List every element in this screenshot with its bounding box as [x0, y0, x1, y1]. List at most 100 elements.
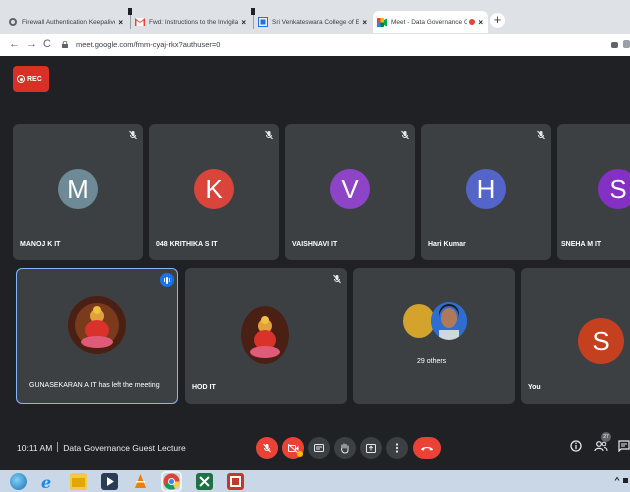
close-icon[interactable]: × [478, 18, 483, 27]
extension-icon[interactable] [623, 40, 630, 48]
present-icon [366, 443, 376, 453]
tabstrip-top [0, 0, 630, 8]
powerpoint-icon[interactable] [227, 473, 244, 490]
participant-name: 048 KRITHIKA S IT [156, 241, 218, 248]
participant-tile[interactable]: HOD IT [185, 268, 347, 404]
chat-icon[interactable] [618, 440, 630, 452]
tab-gmail[interactable]: Fwd: Instructions to the Invigilator × [131, 11, 251, 33]
participant-tile[interactable]: H Hari Kumar [421, 124, 551, 260]
participant-tile[interactable]: V VAISHNAVI IT [285, 124, 415, 260]
forward-button[interactable]: → [26, 37, 37, 51]
record-icon [17, 75, 25, 83]
participant-tile[interactable]: K 048 KRITHIKA S IT [149, 124, 279, 260]
captions-icon [314, 444, 324, 452]
avatar-initial: S [609, 173, 627, 204]
meeting-time: 10:11 AM [17, 443, 53, 453]
file-explorer-icon[interactable] [70, 473, 87, 490]
mic-off-icon [333, 274, 341, 284]
url-text: meet.google.com/fmm-cyaj-rkx?authuser=0 [76, 40, 221, 49]
tab-firewall[interactable]: Firewall Authentication Keepalive × [4, 11, 128, 33]
lock-icon[interactable] [62, 41, 68, 48]
vlc-icon[interactable] [132, 473, 149, 490]
close-icon[interactable]: × [241, 18, 246, 27]
rec-label: REC [27, 75, 42, 83]
tray-flag-icon[interactable] [623, 478, 628, 483]
participant-name: Hari Kumar [428, 241, 466, 248]
mic-toggle-button[interactable] [256, 437, 278, 459]
avatar: S [598, 169, 630, 209]
mic-off-icon [265, 130, 273, 140]
notification-text: GUNASEKARAN A IT has left the meeting [29, 382, 160, 389]
avatar: H [466, 169, 506, 209]
mic-off-icon [263, 443, 271, 453]
tab-title: Firewall Authentication Keepalive [22, 18, 116, 26]
participant-name: You [528, 384, 541, 391]
tab-title: Meet - Data Governance Gu [391, 18, 468, 26]
internet-explorer-icon[interactable]: e [39, 473, 56, 492]
participant-name: HOD IT [192, 384, 216, 391]
taskbar [0, 470, 630, 492]
avatar: V [330, 169, 370, 209]
reload-button[interactable]: C [43, 37, 51, 51]
participant-name: SNEHA M IT [561, 241, 602, 248]
avatar: M [58, 169, 98, 209]
mic-off-icon [129, 130, 137, 140]
avatar-initial: K [205, 173, 223, 204]
info-icon[interactable] [570, 440, 582, 452]
mic-off-icon [401, 130, 409, 140]
avatar-initial: V [341, 173, 359, 204]
rec-badge[interactable]: REC [13, 66, 49, 92]
others-avatar-photo [431, 302, 467, 340]
camera-toggle-button[interactable] [282, 437, 304, 459]
speaking-indicator-icon [160, 273, 174, 287]
gmail-icon [135, 17, 145, 27]
globe-icon [8, 17, 18, 27]
others-count: 29 others [417, 358, 447, 365]
warning-badge-icon [297, 451, 303, 457]
phone-hangup-icon [421, 446, 433, 450]
tab-meet[interactable]: Meet - Data Governance Gu × [373, 11, 488, 33]
participant-name: MANOJ K IT [20, 241, 61, 248]
participant-count-badge: 27 [601, 432, 611, 442]
hand-icon [341, 443, 349, 454]
start-button-icon[interactable] [10, 473, 27, 490]
screen: Firewall Authentication Keepalive × Fwd:… [0, 0, 630, 492]
media-player-icon[interactable] [101, 473, 118, 490]
svg-text:e: e [41, 473, 51, 490]
profile-picture [241, 306, 289, 364]
recording-dot-icon [469, 19, 476, 25]
more-vert-icon [395, 443, 399, 453]
avatar: S [578, 318, 624, 364]
raise-hand-button[interactable] [334, 437, 356, 459]
captions-button[interactable] [308, 437, 330, 459]
self-tile[interactable]: S You [521, 268, 630, 404]
tab-title: Fwd: Instructions to the Invigilator [149, 18, 239, 26]
avatar-initial: S [592, 325, 610, 356]
participant-tile[interactable]: M MANOJ K IT [13, 124, 143, 260]
avatar-initial: H [476, 173, 496, 204]
participant-name: VAISHNAVI IT [292, 241, 338, 248]
avatar: K [194, 169, 234, 209]
back-button[interactable]: ← [9, 37, 20, 51]
meet-icon [377, 17, 387, 27]
close-icon[interactable]: × [362, 18, 367, 27]
new-tab-button[interactable]: + [490, 13, 505, 28]
chrome-icon[interactable] [163, 473, 180, 490]
more-options-button[interactable] [386, 437, 408, 459]
tab-title: Sri Venkateswara College of Engi [272, 18, 360, 26]
camera-icon[interactable] [611, 42, 618, 48]
meet-stage [0, 56, 630, 470]
tab-college[interactable]: Sri Venkateswara College of Engi × [254, 11, 372, 33]
participant-tile[interactable]: S SNEHA M IT [557, 124, 630, 260]
mic-off-icon [537, 130, 545, 140]
avatar-initial: M [67, 173, 89, 204]
participant-tile-speaking[interactable]: GUNASEKARAN A IT has left the meeting [16, 268, 178, 404]
leave-call-button[interactable] [413, 437, 441, 459]
college-icon [258, 17, 268, 27]
others-tile[interactable]: 29 others [353, 268, 515, 404]
close-icon[interactable]: × [118, 18, 123, 27]
excel-icon[interactable] [196, 473, 213, 490]
present-button[interactable] [360, 437, 382, 459]
tray-arrow-icon[interactable] [614, 476, 620, 482]
profile-picture [68, 296, 126, 354]
